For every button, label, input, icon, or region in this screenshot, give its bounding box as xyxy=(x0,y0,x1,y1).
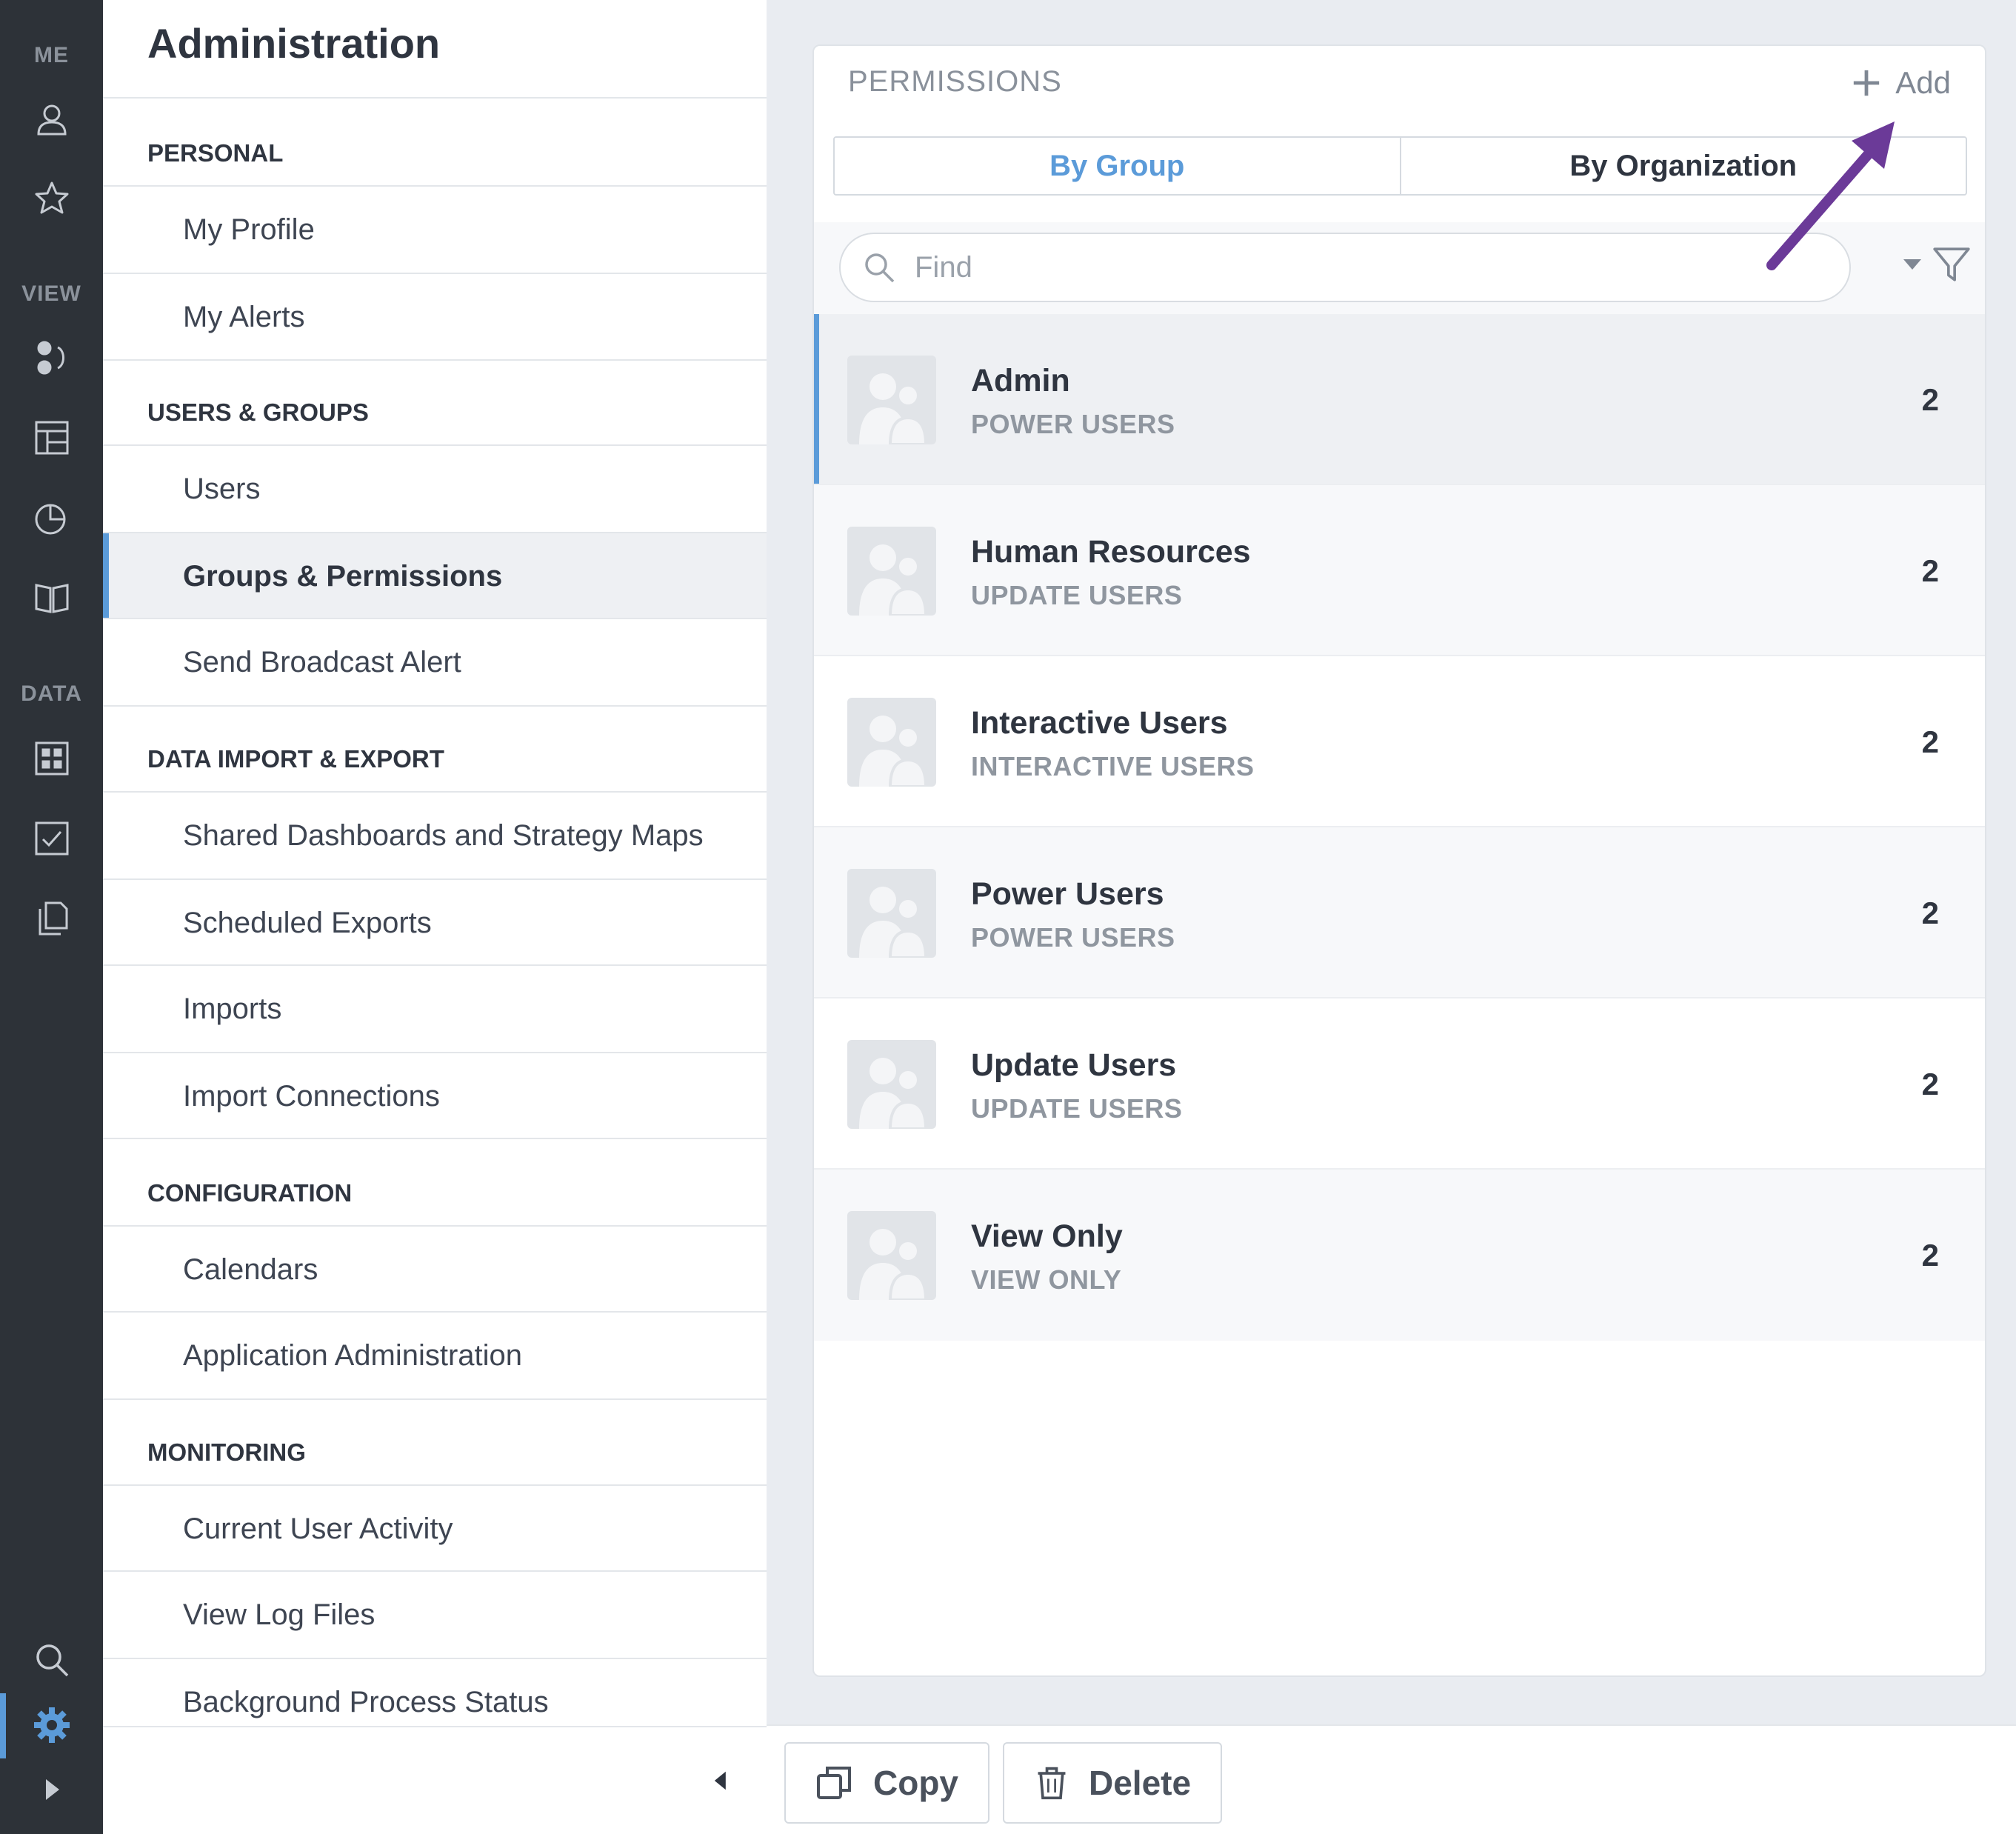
group-avatar-icon xyxy=(847,1211,936,1300)
action-bar: Copy Delete xyxy=(767,1724,2016,1834)
divider xyxy=(103,1398,767,1400)
permissions-panel: PERMISSIONS Add By Group By Organization… xyxy=(812,44,1986,1677)
menu-item-calendars[interactable]: Calendars xyxy=(103,1227,767,1313)
menu-item-send-broadcast-alert[interactable]: Send Broadcast Alert xyxy=(103,619,767,705)
add-label: Add xyxy=(1895,65,1951,100)
plus-icon xyxy=(1854,70,1880,96)
menu-item-current-user-activity[interactable]: Current User Activity xyxy=(103,1486,767,1572)
group-row[interactable]: Admin POWER USERS 2 xyxy=(814,314,1985,485)
section-monitoring: MONITORING xyxy=(147,1438,306,1466)
group-avatar-icon xyxy=(847,698,936,787)
rail-active-indicator xyxy=(0,1693,6,1758)
trash-icon xyxy=(1038,1767,1066,1800)
collapse-menu-button[interactable] xyxy=(704,1764,737,1797)
find-bar xyxy=(814,222,1985,314)
copy-label: Copy xyxy=(873,1764,958,1802)
search-input[interactable] xyxy=(915,250,1803,284)
page-title: Administration xyxy=(147,20,441,67)
group-row[interactable]: Power Users POWER USERS 2 xyxy=(814,827,1985,998)
divider xyxy=(103,1138,767,1139)
group-name: Admin xyxy=(971,363,1070,399)
chevron-down-icon xyxy=(1903,259,1921,270)
group-name: Interactive Users xyxy=(971,705,1228,741)
menu-item-view-log-files[interactable]: View Log Files xyxy=(103,1572,767,1658)
group-name: View Only xyxy=(971,1218,1123,1254)
group-permission-level: VIEW ONLY xyxy=(971,1264,1122,1295)
group-name: Power Users xyxy=(971,876,1164,912)
search-icon[interactable] xyxy=(29,1637,75,1683)
divider xyxy=(103,97,767,99)
group-name: Update Users xyxy=(971,1047,1177,1083)
star-icon[interactable] xyxy=(29,176,75,221)
dashboard-flow-icon[interactable] xyxy=(29,335,75,381)
view-tabs: By Group By Organization xyxy=(833,136,1967,196)
rail-section-view: VIEW xyxy=(21,281,81,306)
menu-item-my-alerts[interactable]: My Alerts xyxy=(103,274,767,360)
search-field xyxy=(839,233,1851,302)
group-avatar-icon xyxy=(847,869,936,958)
group-avatar-icon xyxy=(847,356,936,444)
menu-item-groups-permissions[interactable]: Groups & Permissions xyxy=(103,533,767,619)
panel-title: PERMISSIONS xyxy=(848,65,1062,98)
layout-icon[interactable] xyxy=(29,415,75,461)
group-member-count: 2 xyxy=(1921,1238,1939,1273)
group-avatar-icon xyxy=(847,1040,936,1129)
group-permission-level: POWER USERS xyxy=(971,922,1175,953)
divider xyxy=(103,359,767,361)
menu-item-import-connections[interactable]: Import Connections xyxy=(103,1053,767,1139)
group-row[interactable]: Human Resources UPDATE USERS 2 xyxy=(814,485,1985,656)
expand-arrow-icon[interactable] xyxy=(29,1767,75,1813)
scorecard-icon[interactable] xyxy=(29,736,75,781)
group-member-count: 2 xyxy=(1921,553,1939,588)
section-data-import-export: DATA IMPORT & EXPORT xyxy=(147,745,444,773)
add-button[interactable]: Add xyxy=(1851,61,1951,105)
group-avatar-icon xyxy=(847,527,936,616)
group-permission-level: UPDATE USERS xyxy=(971,1093,1183,1124)
group-row[interactable]: Update Users UPDATE USERS 2 xyxy=(814,998,1985,1170)
filter-button[interactable] xyxy=(1902,239,1972,290)
chevron-left-icon xyxy=(714,1771,726,1790)
user-icon[interactable] xyxy=(29,96,75,142)
gear-icon[interactable] xyxy=(29,1702,75,1748)
section-users-groups: USERS & GROUPS xyxy=(147,399,369,426)
group-member-count: 2 xyxy=(1921,382,1939,417)
section-configuration: CONFIGURATION xyxy=(147,1179,353,1207)
group-row[interactable]: Interactive Users INTERACTIVE USERS 2 xyxy=(814,656,1985,827)
menu-item-application-administration[interactable]: Application Administration xyxy=(103,1313,767,1398)
group-member-count: 2 xyxy=(1921,1067,1939,1101)
group-member-count: 2 xyxy=(1921,896,1939,930)
book-icon[interactable] xyxy=(29,575,75,621)
group-permission-level: UPDATE USERS xyxy=(971,580,1183,610)
group-permission-level: INTERACTIVE USERS xyxy=(971,751,1255,781)
group-permission-level: POWER USERS xyxy=(971,409,1175,439)
menu-item-users[interactable]: Users xyxy=(103,446,767,532)
delete-label: Delete xyxy=(1089,1764,1192,1802)
menu-footer xyxy=(103,1726,767,1834)
section-personal: PERSONAL xyxy=(147,139,284,167)
admin-menu: Administration PERSONAL My Profile My Al… xyxy=(103,0,767,1834)
rail-section-me: ME xyxy=(34,43,69,67)
icon-rail: ME VIEW DATA xyxy=(0,0,103,1834)
tab-by-group[interactable]: By Group xyxy=(835,138,1400,194)
delete-button[interactable]: Delete xyxy=(1003,1742,1223,1824)
copy-button[interactable]: Copy xyxy=(784,1742,989,1824)
menu-item-shared-dashboards[interactable]: Shared Dashboards and Strategy Maps xyxy=(103,793,767,878)
group-member-count: 2 xyxy=(1921,724,1939,759)
tab-by-organization[interactable]: By Organization xyxy=(1399,138,1966,194)
search-icon xyxy=(865,253,895,283)
group-row[interactable]: View Only VIEW ONLY 2 xyxy=(814,1170,1985,1341)
checkbox-icon[interactable] xyxy=(29,816,75,861)
filter-icon xyxy=(1933,247,1970,281)
menu-item-my-profile[interactable]: My Profile xyxy=(103,187,767,273)
divider xyxy=(103,705,767,707)
group-list: Admin POWER USERS 2 Human Resources UPDA… xyxy=(814,314,1985,1341)
menu-item-scheduled-exports[interactable]: Scheduled Exports xyxy=(103,880,767,966)
rail-section-data: DATA xyxy=(21,681,82,706)
copy-icon xyxy=(817,1767,851,1799)
documents-icon[interactable] xyxy=(29,896,75,941)
group-name: Human Resources xyxy=(971,534,1251,570)
pie-chart-icon[interactable] xyxy=(29,495,75,541)
menu-item-imports[interactable]: Imports xyxy=(103,966,767,1052)
